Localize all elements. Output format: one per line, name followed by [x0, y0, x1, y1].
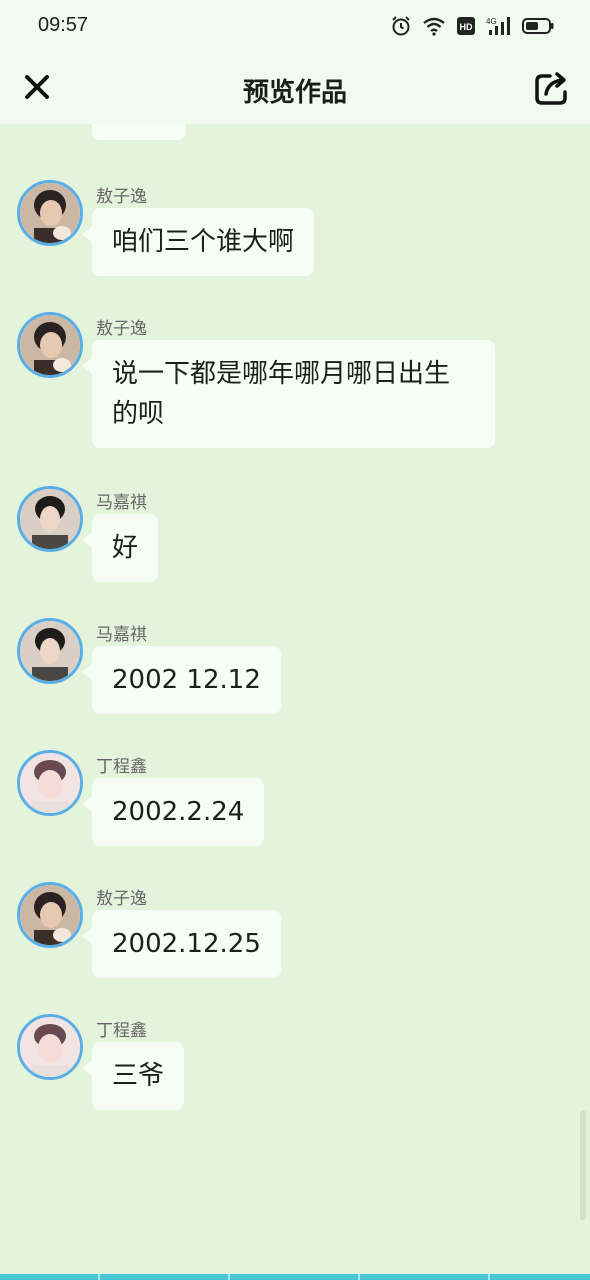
hd-icon: HD [457, 17, 475, 35]
sender-name: 马嘉祺 [96, 625, 147, 645]
message-bubble[interactable]: 2002.12.25 [82, 910, 281, 978]
alarm-icon [392, 16, 410, 36]
partial-message-bubble [92, 124, 186, 140]
bottom-progress-bar [0, 1274, 590, 1280]
status-icons: HD 4G [390, 14, 554, 38]
avatar[interactable] [17, 750, 83, 816]
message-bubble[interactable]: 2002 12.12 [82, 646, 281, 714]
message-bubble[interactable]: 咱们三个谁大啊 [81, 208, 315, 276]
share-button[interactable] [532, 68, 572, 108]
message-bubble[interactable]: 说一下都是哪年哪月哪日出生的呗 [82, 340, 495, 448]
avatar[interactable] [17, 486, 83, 552]
svg-text:HD: HD [460, 22, 473, 32]
message-bubble[interactable]: 好 [81, 514, 159, 582]
wifi-icon [423, 17, 445, 36]
sender-name: 马嘉祺 [96, 493, 147, 513]
scrollbar[interactable] [580, 1110, 586, 1220]
message-bubble[interactable]: 2002.2.24 [81, 778, 265, 846]
signal-icon: 4G [486, 17, 510, 35]
svg-text:4G: 4G [486, 17, 497, 26]
avatar[interactable] [17, 180, 83, 246]
chat-area[interactable]: 敖子逸 咱们三个谁大啊 敖子逸 说一下都是哪年哪月哪日出生的呗 马嘉祺 好 马嘉… [0, 124, 590, 1274]
avatar[interactable] [17, 618, 83, 684]
status-bar: 09:57 HD 4G [0, 0, 590, 52]
sender-name: 敖子逸 [96, 319, 147, 339]
share-icon [535, 72, 567, 105]
battery-icon [522, 18, 554, 34]
avatar[interactable] [17, 1014, 83, 1080]
status-time: 09:57 [38, 14, 89, 36]
avatar[interactable] [17, 312, 83, 378]
sender-name: 丁程鑫 [96, 757, 147, 777]
sender-name: 丁程鑫 [96, 1021, 147, 1041]
sender-name: 敖子逸 [96, 187, 147, 207]
header: 预览作品 [0, 52, 590, 124]
sender-name: 敖子逸 [96, 889, 147, 909]
message-bubble[interactable]: 三爷 [81, 1042, 185, 1110]
page-title: 预览作品 [242, 78, 347, 108]
avatar[interactable] [17, 882, 83, 948]
